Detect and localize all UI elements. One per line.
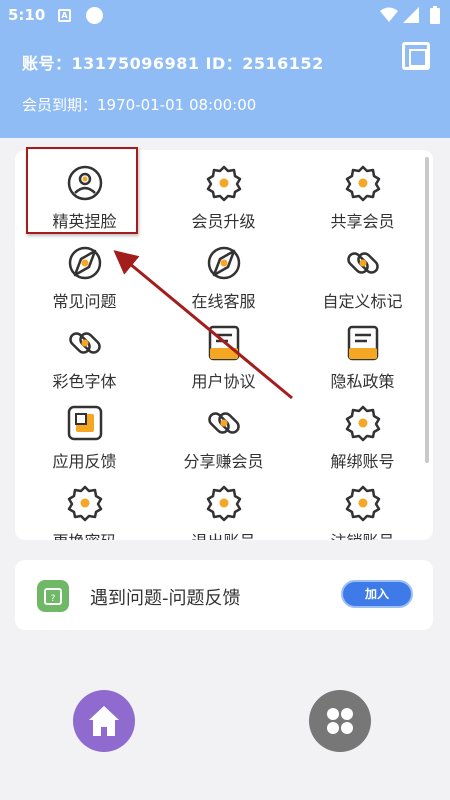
apps-grid-icon xyxy=(327,708,353,734)
join-button[interactable]: 加入 xyxy=(341,580,413,608)
status-bar: 5:10 A xyxy=(0,0,450,32)
battery-icon xyxy=(430,6,440,24)
grid-item-label: 会员升级 xyxy=(191,212,256,231)
grid-item-5[interactable]: 自定义标记 xyxy=(293,242,432,322)
grid-item-label: 退出账号 xyxy=(154,528,293,540)
grid-scrollbar[interactable] xyxy=(425,157,429,463)
link-icon xyxy=(205,404,243,442)
grid-item-7[interactable]: 用户协议 xyxy=(154,322,293,402)
grid-item-label: 自定义标记 xyxy=(322,292,403,311)
feedback-card[interactable]: ? 遇到问题-问题反馈 加入 xyxy=(15,560,433,630)
account-info: 账号：13175096981 ID：2516152 xyxy=(22,54,324,73)
grid-item-2[interactable]: 共享会员 xyxy=(293,162,432,242)
qr-code-icon[interactable] xyxy=(402,42,430,70)
grid-item-9[interactable]: 应用反馈 xyxy=(15,402,154,482)
grid-item-3[interactable]: 常见问题 xyxy=(15,242,154,322)
grid-item-12[interactable]: 更换密码 xyxy=(15,482,154,540)
notification-a-icon: A xyxy=(58,9,71,22)
grid-item-label: 在线客服 xyxy=(191,292,256,311)
grid-item-13[interactable]: 退出账号 xyxy=(154,482,293,540)
grid-item-label: 隐私政策 xyxy=(330,372,395,391)
gear-icon xyxy=(205,164,243,202)
feedback-text: 遇到问题-问题反馈 xyxy=(90,588,241,609)
gear-icon xyxy=(205,484,243,522)
gear-icon xyxy=(344,404,382,442)
home-icon xyxy=(89,706,119,736)
grid-item-label: 精英捏脸 xyxy=(52,212,117,231)
gear-icon xyxy=(344,164,382,202)
grid-item-label: 用户协议 xyxy=(191,372,256,391)
feedback-icon xyxy=(66,404,104,442)
account-header: 账号：13175096981 ID：2516152 会员到期：1970-01-0… xyxy=(0,32,450,138)
grid-item-11[interactable]: 解绑账号 xyxy=(293,402,432,482)
gear-icon xyxy=(66,484,104,522)
grid-item-4[interactable]: 在线客服 xyxy=(154,242,293,322)
grid-item-label: 彩色字体 xyxy=(52,372,117,391)
wifi-icon xyxy=(380,7,398,22)
feature-grid: 精英捏脸 会员升级 共享会员常见问题 在线客服 自定义标记彩色字体 用户协议 隐私政策应用反… xyxy=(15,150,433,540)
link-icon xyxy=(66,324,104,362)
signal-icon xyxy=(403,7,419,23)
grid-item-label: 更换密码 xyxy=(15,528,154,540)
document-icon xyxy=(344,324,382,362)
notification-dot-icon xyxy=(86,7,103,24)
grid-item-label: 注销账号 xyxy=(293,528,432,540)
grid-item-1[interactable]: 会员升级 xyxy=(154,162,293,242)
grid-item-label: 常见问题 xyxy=(52,292,117,311)
grid-item-6[interactable]: 彩色字体 xyxy=(15,322,154,402)
link-icon xyxy=(344,244,382,282)
grid-item-10[interactable]: 分享赚会员 xyxy=(154,402,293,482)
grid-item-8[interactable]: 隐私政策 xyxy=(293,322,432,402)
status-time: 5:10 xyxy=(8,6,46,24)
grid-item-14[interactable]: 注销账号 xyxy=(293,482,432,540)
compass-icon xyxy=(66,244,104,282)
grid-item-label: 应用反馈 xyxy=(52,452,117,471)
grid-item-label: 分享赚会员 xyxy=(183,452,264,471)
grid-item-0[interactable]: 精英捏脸 xyxy=(15,162,154,242)
grid-item-label: 解绑账号 xyxy=(330,452,395,471)
home-button[interactable] xyxy=(73,690,135,752)
grid-item-label: 共享会员 xyxy=(330,212,395,231)
feedback-group-icon: ? xyxy=(37,580,69,612)
membership-expiry: 会员到期：1970-01-01 08:00:00 xyxy=(22,96,257,114)
user-avatar-icon xyxy=(66,164,104,202)
gear-icon xyxy=(344,484,382,522)
apps-button[interactable] xyxy=(309,690,371,752)
document-icon xyxy=(205,324,243,362)
compass-icon xyxy=(205,244,243,282)
svg-text:?: ? xyxy=(51,594,56,604)
